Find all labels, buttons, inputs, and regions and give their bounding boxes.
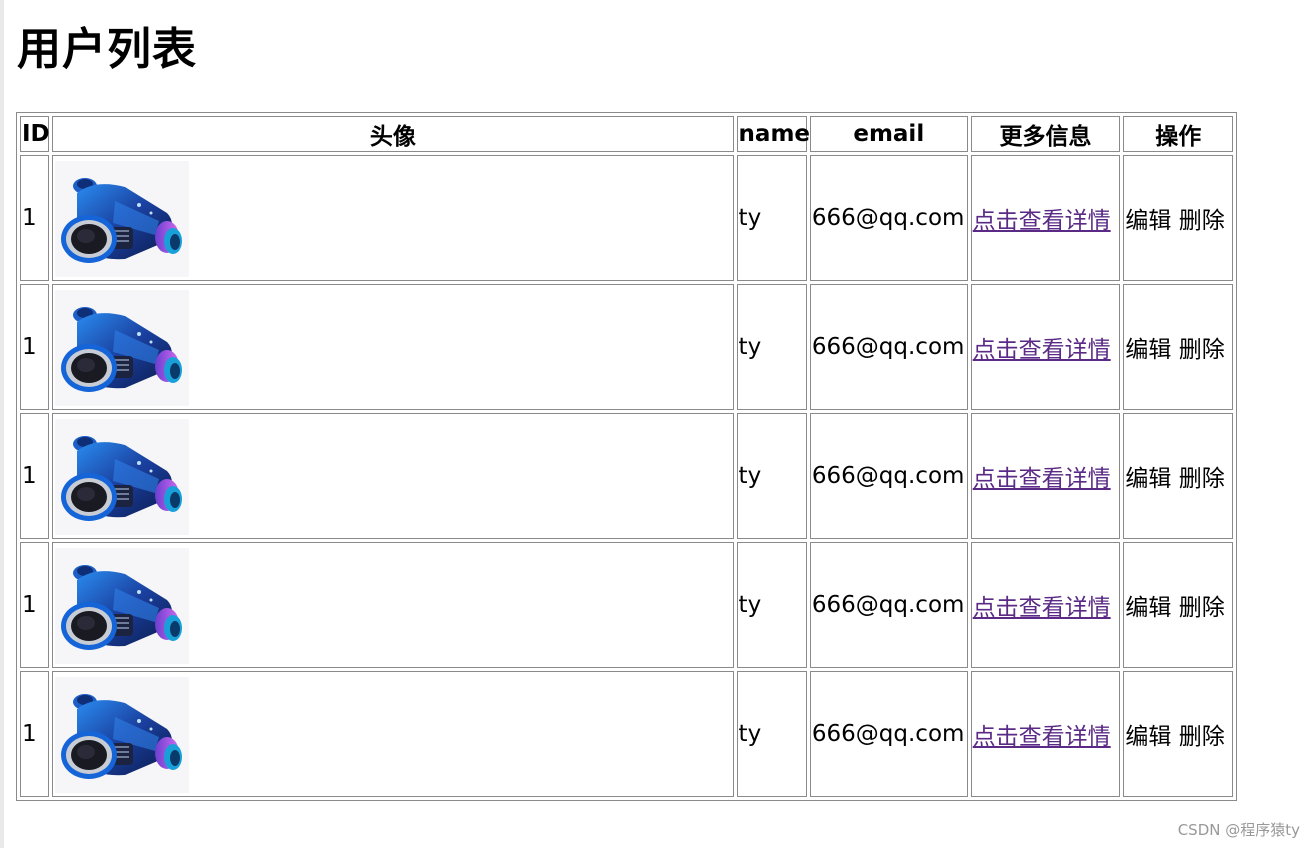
cell-name: ty — [736, 671, 807, 797]
detail-link[interactable]: 点击查看详情 — [973, 208, 1111, 234]
avatar-image — [55, 289, 190, 406]
cell-email: 666@qq.com — [809, 284, 968, 410]
cell-more-info: 点击查看详情 — [970, 155, 1121, 281]
cell-avatar — [52, 671, 734, 797]
delete-link[interactable]: 删除 — [1179, 724, 1225, 750]
detail-link[interactable]: 点击查看详情 — [973, 337, 1111, 363]
edit-link[interactable]: 编辑 — [1125, 337, 1171, 363]
cell-action: 编辑 删除 — [1123, 155, 1233, 281]
cell-more-info: 点击查看详情 — [970, 542, 1121, 668]
cell-action: 编辑 删除 — [1123, 671, 1233, 797]
avatar-image — [55, 418, 190, 535]
delete-link[interactable]: 删除 — [1179, 337, 1225, 363]
header-action: 操作 — [1123, 116, 1233, 152]
cell-id: 1 — [20, 284, 50, 410]
cell-id: 1 — [20, 671, 50, 797]
table-body: 1 ty 666@qq.com 点击查看详情 编辑 删除 1 ty 666@qq… — [20, 155, 1233, 797]
table-row: 1 ty 666@qq.com 点击查看详情 编辑 删除 — [20, 413, 1233, 539]
window-edge — [0, 0, 4, 848]
cell-id: 1 — [20, 413, 50, 539]
delete-link[interactable]: 删除 — [1179, 208, 1225, 234]
cell-more-info: 点击查看详情 — [970, 671, 1121, 797]
table-row: 1 ty 666@qq.com 点击查看详情 编辑 删除 — [20, 671, 1233, 797]
header-email: email — [809, 116, 968, 152]
cell-action: 编辑 删除 — [1123, 284, 1233, 410]
cell-email: 666@qq.com — [809, 155, 968, 281]
cell-email: 666@qq.com — [809, 413, 968, 539]
cell-more-info: 点击查看详情 — [970, 284, 1121, 410]
delete-link[interactable]: 删除 — [1179, 466, 1225, 492]
avatar-image — [55, 676, 190, 793]
watermark: CSDN @程序猿ty — [1177, 821, 1300, 839]
edit-link[interactable]: 编辑 — [1125, 595, 1171, 621]
edit-link[interactable]: 编辑 — [1125, 724, 1171, 750]
detail-link[interactable]: 点击查看详情 — [973, 724, 1111, 750]
table-row: 1 ty 666@qq.com 点击查看详情 编辑 删除 — [20, 542, 1233, 668]
cell-name: ty — [736, 155, 807, 281]
cell-avatar — [52, 284, 734, 410]
detail-link[interactable]: 点击查看详情 — [973, 466, 1111, 492]
cell-name: ty — [736, 413, 807, 539]
cell-avatar — [52, 155, 734, 281]
table-header-row: ID 头像 name email 更多信息 操作 — [20, 116, 1233, 152]
cell-name: ty — [736, 542, 807, 668]
header-id: ID — [20, 116, 50, 152]
user-table: ID 头像 name email 更多信息 操作 1 ty 666@qq.com… — [16, 112, 1237, 801]
edit-link[interactable]: 编辑 — [1125, 466, 1171, 492]
delete-link[interactable]: 删除 — [1179, 595, 1225, 621]
cell-name: ty — [736, 284, 807, 410]
cell-action: 编辑 删除 — [1123, 542, 1233, 668]
header-name: name — [736, 116, 810, 152]
cell-email: 666@qq.com — [809, 542, 968, 668]
page-title: 用户列表 — [17, 24, 197, 75]
header-avatar: 头像 — [52, 116, 734, 152]
edit-link[interactable]: 编辑 — [1125, 208, 1171, 234]
cell-email: 666@qq.com — [809, 671, 968, 797]
cell-id: 1 — [20, 542, 50, 668]
cell-more-info: 点击查看详情 — [970, 413, 1121, 539]
cell-id: 1 — [20, 155, 50, 281]
detail-link[interactable]: 点击查看详情 — [973, 595, 1111, 621]
cell-action: 编辑 删除 — [1123, 413, 1233, 539]
cell-avatar — [52, 413, 734, 539]
header-more-info: 更多信息 — [970, 116, 1121, 152]
table-row: 1 ty 666@qq.com 点击查看详情 编辑 删除 — [20, 155, 1233, 281]
avatar-image — [55, 547, 190, 664]
cell-avatar — [52, 542, 734, 668]
avatar-image — [55, 160, 190, 277]
table-row: 1 ty 666@qq.com 点击查看详情 编辑 删除 — [20, 284, 1233, 410]
